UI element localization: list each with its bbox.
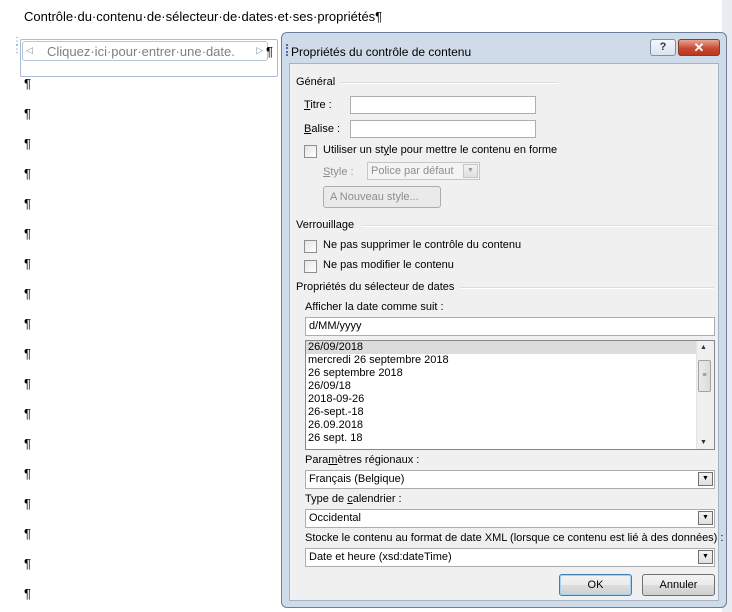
locale-select[interactable]: Français (Belgique) ▼ (305, 470, 715, 489)
dialog-body: Général Titre : Balise : Utiliser un sty… (289, 63, 723, 601)
document-heading: Contrôle·du·contenu·de·sélecteur·de·date… (24, 9, 383, 24)
cancel-button[interactable]: Annuler (642, 574, 715, 596)
tag-close-icon: ▷ (256, 45, 263, 55)
style-select-value: Police par défaut (371, 165, 454, 177)
pilcrow: ¶ (24, 556, 31, 571)
pilcrow: ¶ (266, 44, 273, 59)
content-control-handle[interactable]: ⋮ ⋮ (12, 37, 22, 55)
list-item[interactable]: 26.09.2018 (306, 419, 714, 432)
scroll-down-icon[interactable]: ▼ (700, 439, 707, 446)
use-style-checkbox[interactable] (304, 145, 317, 158)
list-item[interactable]: 26 septembre 2018 (306, 367, 714, 380)
chevron-down-icon: ▼ (698, 511, 713, 525)
no-delete-checkbox[interactable] (304, 240, 317, 253)
display-format-label: Afficher la date comme suit : (305, 301, 444, 313)
pilcrow: ¶ (24, 466, 31, 481)
list-item[interactable]: 26/09/18 (306, 380, 714, 393)
pilcrow: ¶ (24, 526, 31, 541)
pilcrow: ¶ (24, 256, 31, 271)
scroll-thumb[interactable]: ≡ (698, 360, 711, 392)
xml-format-select[interactable]: Date et heure (xsd:dateTime) ▼ (305, 548, 715, 567)
pilcrow: ¶ (24, 136, 31, 151)
general-group-heading: Général (296, 76, 336, 88)
pilcrow: ¶ (24, 586, 31, 601)
date-format-list[interactable]: 26/09/2018 mercredi 26 septembre 2018 26… (305, 340, 715, 450)
style-select[interactable]: Police par défaut ▼ (367, 162, 480, 180)
locking-group-heading: Verrouillage (296, 219, 355, 231)
chevron-down-icon: ▼ (698, 550, 713, 564)
list-scrollbar[interactable]: ▲ ≡ ▼ (696, 341, 714, 449)
pilcrow: ¶ (24, 196, 31, 211)
tag-label: Balise : (304, 123, 341, 135)
pilcrow: ¶ (24, 436, 31, 451)
group-divider (460, 287, 714, 289)
display-format-input[interactable]: d/MM/yyyy (305, 317, 715, 336)
pilcrow: ¶ (24, 226, 31, 241)
dialog-title: Propriétés du contrôle de contenu (291, 45, 472, 59)
chevron-down-icon: ▼ (698, 472, 713, 486)
xml-format-label: Stocke le contenu au format de date XML … (305, 532, 724, 544)
list-item[interactable]: 2018-09-26 (306, 393, 714, 406)
new-style-button[interactable]: A Nouveau style... (323, 186, 441, 208)
list-item[interactable]: 26-sept.-18 (306, 406, 714, 419)
use-style-label: Utiliser un style pour mettre le contenu… (323, 144, 558, 156)
pilcrow: ¶ (24, 286, 31, 301)
style-label: Style : (323, 166, 354, 178)
no-edit-checkbox[interactable] (304, 260, 317, 273)
dialog-titlebar[interactable]: Propriétés du contrôle de contenu ? ✕ (282, 33, 726, 65)
calendar-select[interactable]: Occidental ▼ (305, 509, 715, 528)
pilcrow: ¶ (24, 166, 31, 181)
pilcrow: ¶ (24, 106, 31, 121)
title-input[interactable] (350, 96, 536, 114)
new-style-icon: A (330, 191, 337, 203)
locale-label: Paramètres régionaux : (305, 454, 420, 466)
calendar-select-value: Occidental (309, 512, 361, 524)
locale-select-value: Français (Belgique) (309, 473, 405, 485)
pilcrow: ¶ (24, 496, 31, 511)
help-button[interactable]: ? (650, 39, 676, 56)
scroll-up-icon[interactable]: ▲ (700, 344, 707, 351)
group-divider (362, 225, 714, 227)
pilcrow: ¶ (24, 316, 31, 331)
list-item[interactable]: 26/09/2018 (306, 341, 714, 354)
tag-open-icon: ◁ (26, 45, 33, 55)
content-control-properties-dialog: Propriétés du contrôle de contenu ? ✕ Gé… (281, 32, 727, 608)
group-divider (340, 82, 558, 84)
chevron-down-icon: ▼ (463, 164, 478, 178)
no-delete-label: Ne pas supprimer le contrôle du contenu (323, 239, 522, 251)
pilcrow: ¶ (24, 346, 31, 361)
xml-format-select-value: Date et heure (xsd:dateTime) (309, 551, 452, 563)
tag-input[interactable] (350, 120, 536, 138)
title-label: Titre : (304, 99, 332, 111)
list-item[interactable]: 26 sept. 18 (306, 432, 714, 445)
close-button[interactable]: ✕ (678, 39, 720, 56)
date-picker-group-heading: Propriétés du sélecteur de dates (296, 281, 455, 293)
list-item[interactable]: mercredi 26 septembre 2018 (306, 354, 714, 367)
pilcrow: ¶ (24, 76, 31, 91)
pilcrow: ¶ (24, 376, 31, 391)
new-style-label: Nouveau style... (339, 191, 419, 203)
ok-button[interactable]: OK (559, 574, 632, 596)
content-control-placeholder[interactable]: Cliquez·ici·pour·entrer·une·date. (47, 44, 235, 59)
calendar-label: Type de calendrier : (305, 493, 402, 505)
no-edit-label: Ne pas modifier le contenu (323, 259, 454, 271)
pilcrow: ¶ (24, 406, 31, 421)
